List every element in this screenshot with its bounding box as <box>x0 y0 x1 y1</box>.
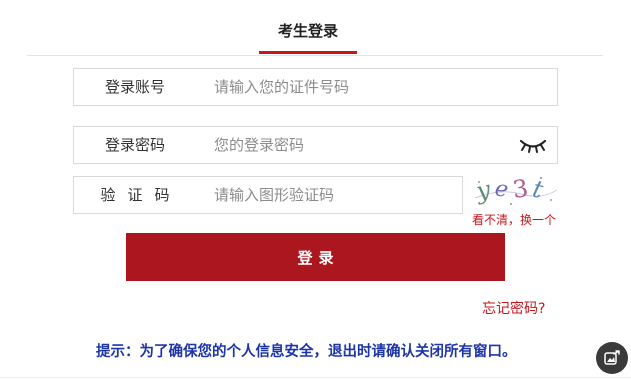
login-button[interactable]: 登录 <box>126 233 505 281</box>
password-input[interactable] <box>214 127 504 163</box>
captcha-image[interactable]: y e 3 t <box>471 170 559 210</box>
account-input[interactable] <box>214 69 544 105</box>
svg-text:3: 3 <box>511 174 530 204</box>
account-field: 登录账号 <box>73 68 558 106</box>
forgot-password-link[interactable]: 忘记密码? <box>482 298 545 318</box>
account-label: 登录账号 <box>104 78 165 96</box>
closed-eye-icon[interactable] <box>519 136 547 154</box>
svg-text:t: t <box>530 174 546 204</box>
svg-text:y: y <box>473 175 493 206</box>
tab-active-underline <box>259 51 357 54</box>
password-field: 登录密码 <box>73 126 558 164</box>
tab-divider <box>27 55 603 56</box>
bottom-divider <box>0 377 631 378</box>
captcha-field: 验证码 <box>73 176 463 214</box>
floating-share-button[interactable] <box>596 342 628 374</box>
security-tip: 提示：为了确保您的个人信息安全，退出时请确认关闭所有窗口。 <box>96 344 517 360</box>
password-label: 登录密码 <box>104 136 165 154</box>
captcha-input[interactable] <box>214 177 454 213</box>
captcha-refresh-link[interactable]: 看不清，换一个 <box>472 211 556 228</box>
captcha-label: 验证码 <box>100 186 182 204</box>
image-share-icon <box>604 350 620 365</box>
tab-label: 考生登录 <box>277 22 338 40</box>
svg-text:e: e <box>493 176 510 203</box>
